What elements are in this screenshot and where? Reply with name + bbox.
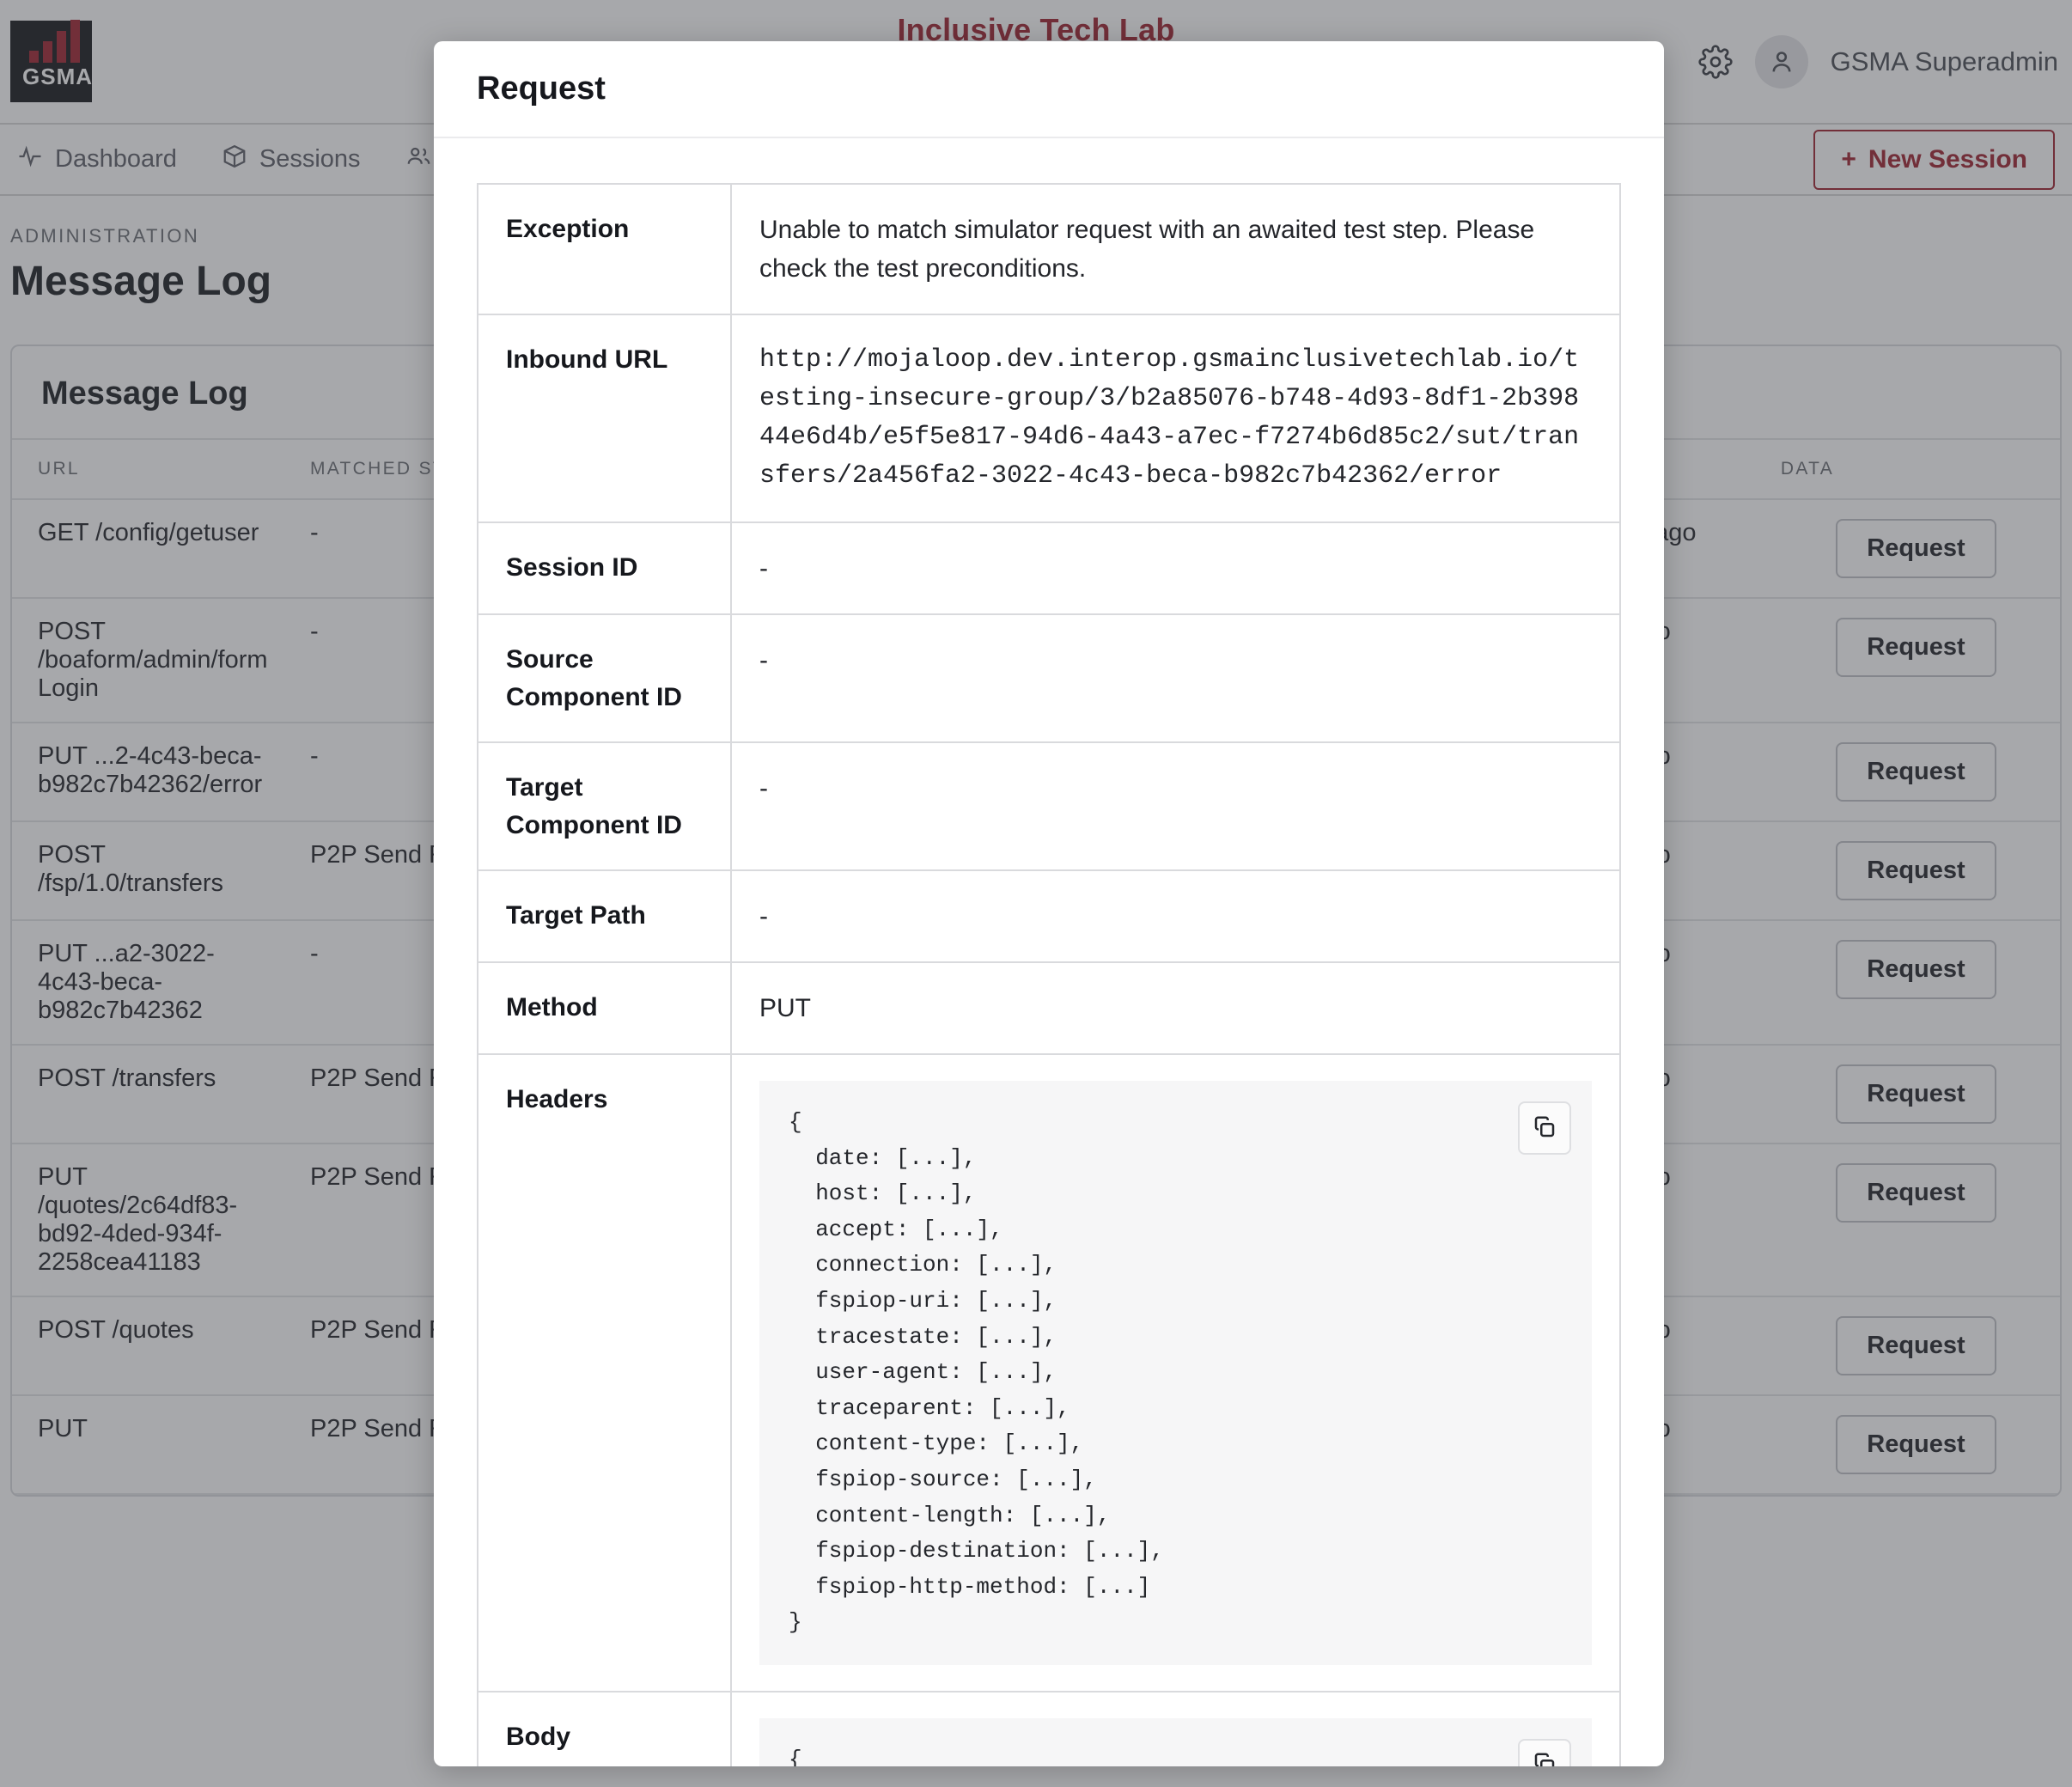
value-body: { errorInformation: {...} }	[730, 1690, 1621, 1766]
value-source-component-id: -	[730, 613, 1621, 743]
body-code-text: { errorInformation: {...} }	[789, 1746, 802, 1766]
label-headers: Headers	[477, 1053, 732, 1692]
app-root: GSMA Inclusive Tech Lab GSMA Superadmin	[0, 0, 2072, 1787]
request-modal: Request Exception Unable to match simula…	[434, 41, 1664, 1766]
detail-row-body: Body { errorInformation: {...} }	[477, 1690, 1621, 1766]
label-target-path: Target Path	[477, 869, 732, 963]
copy-body-button[interactable]	[1518, 1738, 1571, 1766]
label-inbound-url: Inbound URL	[477, 314, 732, 523]
detail-row-method: Method PUT	[477, 961, 1621, 1055]
label-exception: Exception	[477, 183, 732, 315]
value-headers: { date: [...], host: [...], accept: [...…	[730, 1053, 1621, 1692]
value-exception: Unable to match simulator request with a…	[730, 183, 1621, 315]
detail-row-inbound-url: Inbound URL http://mojaloop.dev.interop.…	[477, 314, 1621, 523]
modal-body: Exception Unable to match simulator requ…	[434, 138, 1664, 1766]
body-code-block: { errorInformation: {...} }	[759, 1717, 1592, 1766]
headers-code-block: { date: [...], host: [...], accept: [...…	[759, 1081, 1592, 1665]
headers-code-text: { date: [...], host: [...], accept: [...…	[789, 1109, 1164, 1636]
label-method: Method	[477, 961, 732, 1055]
detail-row-headers: Headers { date: [...], host: [...], acce…	[477, 1053, 1621, 1692]
label-source-component-id: Source Component ID	[477, 613, 732, 743]
copy-icon	[1532, 1114, 1557, 1143]
label-session-id: Session ID	[477, 521, 732, 615]
detail-row-source-component-id: Source Component ID -	[477, 613, 1621, 743]
label-body: Body	[477, 1690, 732, 1766]
value-target-component-id: -	[730, 741, 1621, 871]
value-session-id: -	[730, 521, 1621, 615]
value-target-path: -	[730, 869, 1621, 963]
detail-row-session-id: Session ID -	[477, 521, 1621, 615]
copy-headers-button[interactable]	[1518, 1101, 1571, 1155]
modal-title: Request	[477, 70, 606, 107]
detail-row-target-component-id: Target Component ID -	[477, 741, 1621, 871]
value-method: PUT	[730, 961, 1621, 1055]
modal-header: Request	[434, 41, 1664, 138]
copy-icon	[1532, 1751, 1557, 1766]
value-inbound-url: http://mojaloop.dev.interop.gsmainclusiv…	[730, 314, 1621, 523]
request-detail-table: Exception Unable to match simulator requ…	[477, 183, 1621, 1766]
detail-row-exception: Exception Unable to match simulator requ…	[477, 183, 1621, 315]
label-target-component-id: Target Component ID	[477, 741, 732, 871]
detail-row-target-path: Target Path -	[477, 869, 1621, 963]
